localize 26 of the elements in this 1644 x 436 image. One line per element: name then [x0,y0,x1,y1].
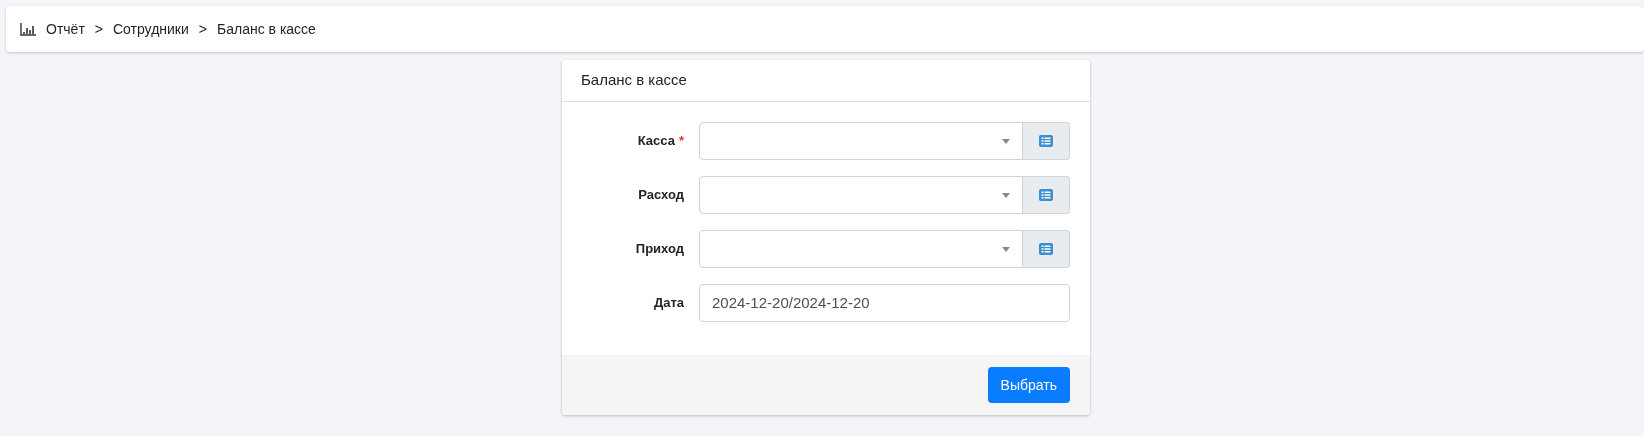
caret-icon [1002,138,1010,144]
chart-icon [20,22,36,36]
caret-icon [1002,192,1010,198]
list-button[interactable] [1023,176,1070,214]
breadcrumb-separator: > [198,19,207,39]
select-field[interactable] [699,122,1023,160]
field-label: Дата [653,294,684,313]
date-field[interactable]: 2024-12-20/2024-12-20 [699,284,1070,322]
breadcrumb-separator: > [94,19,103,39]
list-button[interactable] [1023,230,1070,268]
select-field[interactable] [699,176,1023,214]
submit-button[interactable]: Выбрать [987,367,1070,403]
list-icon [1039,135,1053,147]
breadcrumb-item: Баланс в кассе [217,19,316,39]
breadcrumb-item[interactable]: Отчёт [46,18,85,40]
card-title: Баланс в кассе [581,70,687,91]
list-button[interactable] [1023,122,1070,160]
select-field[interactable] [699,230,1023,268]
field-label: Расход [638,186,684,205]
field-label: Приход [635,240,684,259]
required-mark: * [678,132,684,151]
breadcrumb-item[interactable]: Сотрудники [113,18,189,40]
caret-icon [1002,246,1010,252]
list-icon [1039,189,1053,201]
list-icon [1039,243,1053,255]
field-label: Касса [637,132,675,151]
